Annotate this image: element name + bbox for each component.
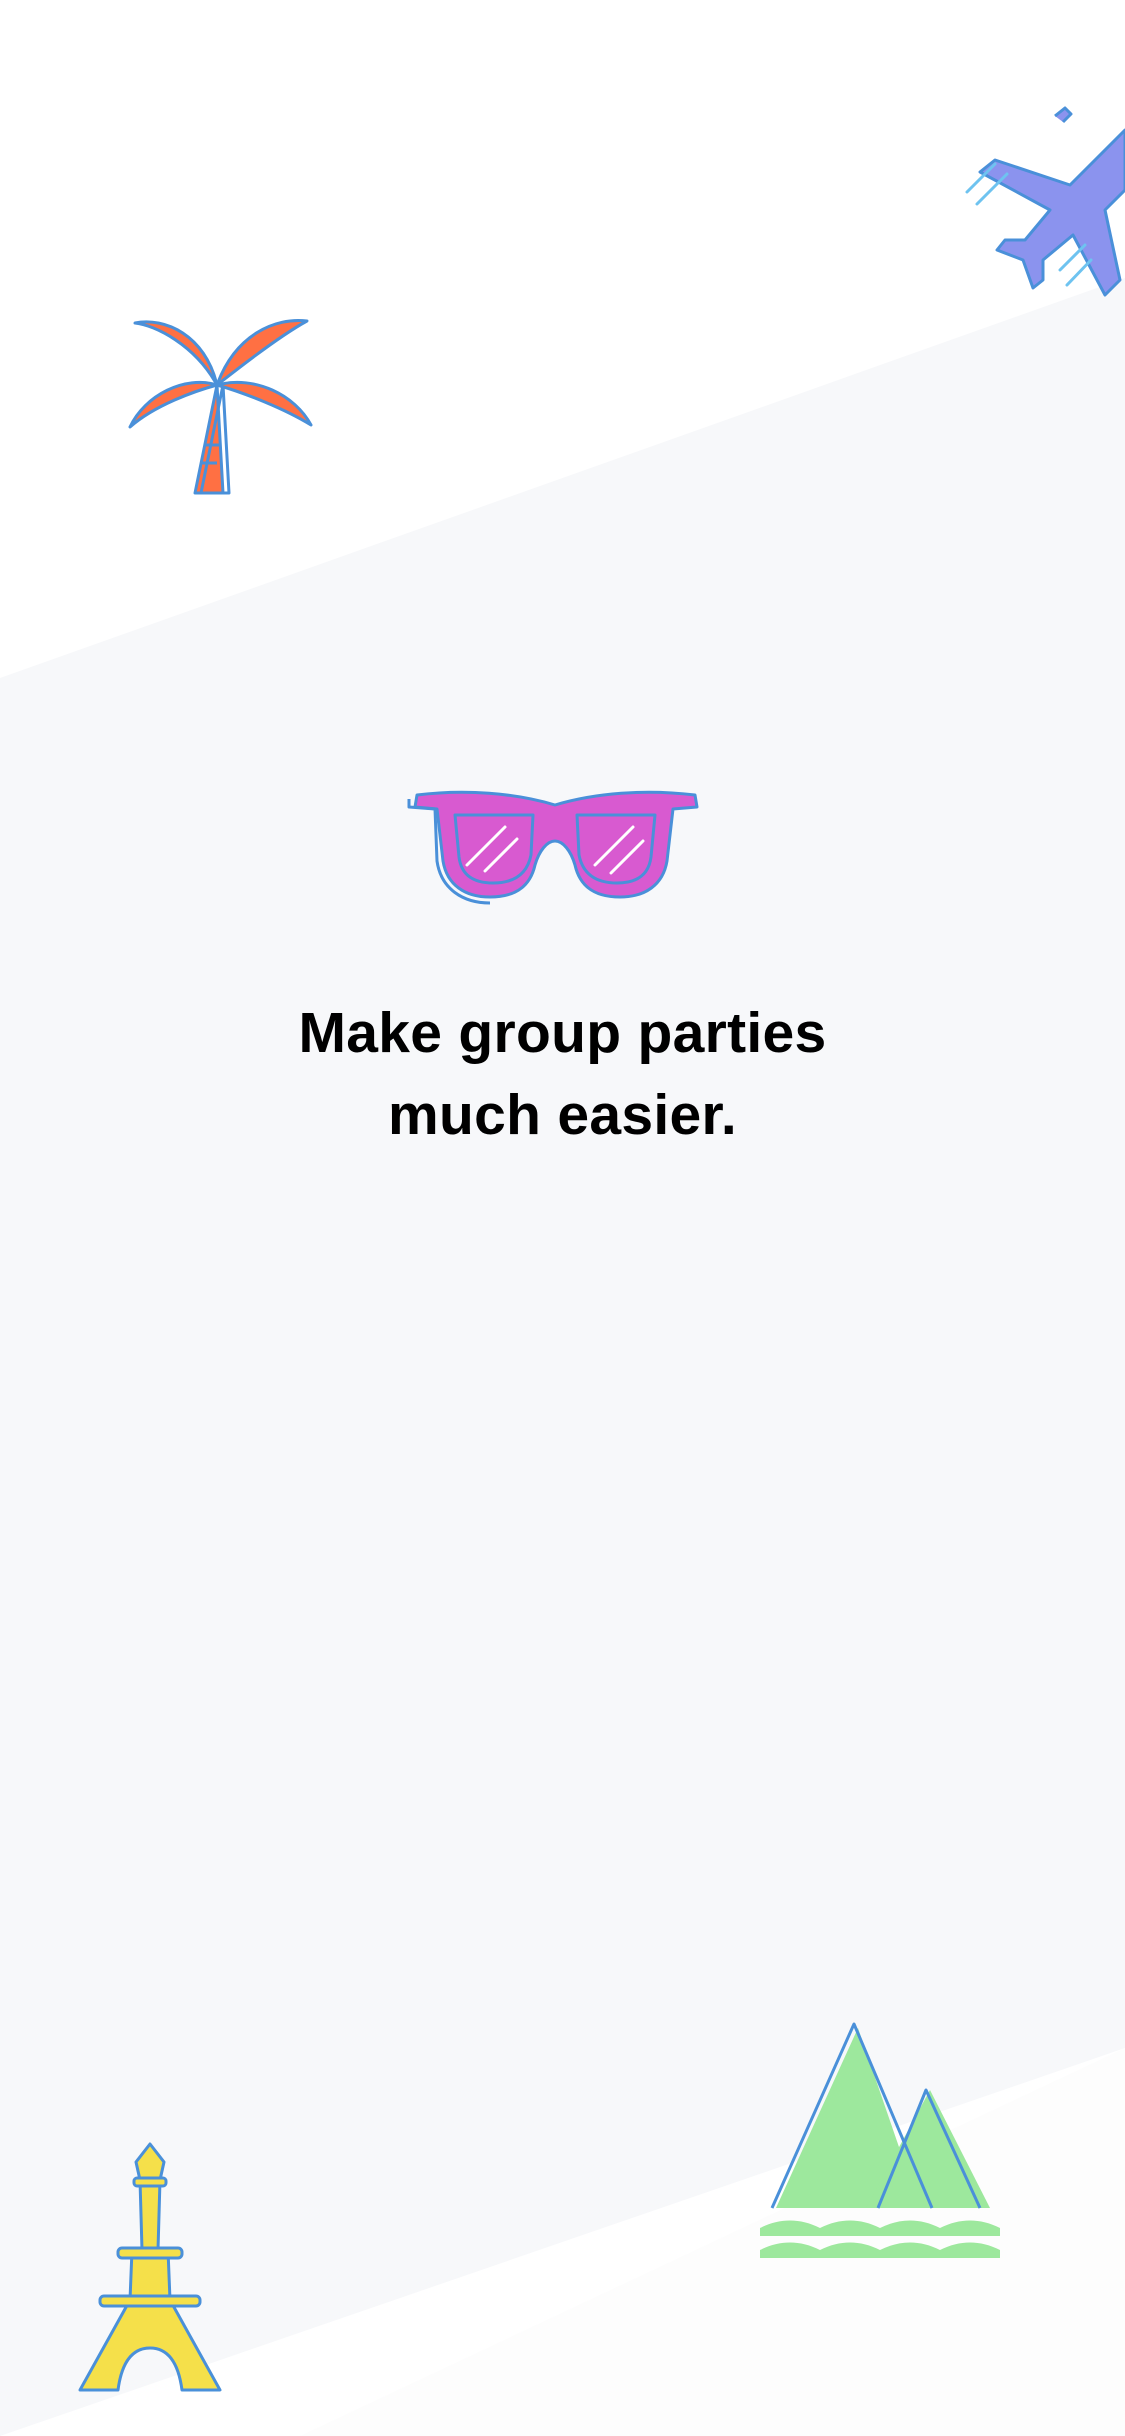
palm-tree-icon <box>128 318 313 495</box>
sunglasses-icon <box>407 790 699 905</box>
eiffel-tower-icon <box>78 2142 222 2392</box>
headline-line-2: much easier. <box>388 1083 737 1147</box>
airplane-icon <box>965 106 1125 297</box>
onboarding-headline: Make group parties much easier. <box>0 992 1125 1156</box>
onboarding-screen: Make group parties much easier. <box>0 0 1125 2436</box>
headline-line-1: Make group parties <box>298 1001 827 1065</box>
mountains-icon <box>760 2022 1000 2258</box>
